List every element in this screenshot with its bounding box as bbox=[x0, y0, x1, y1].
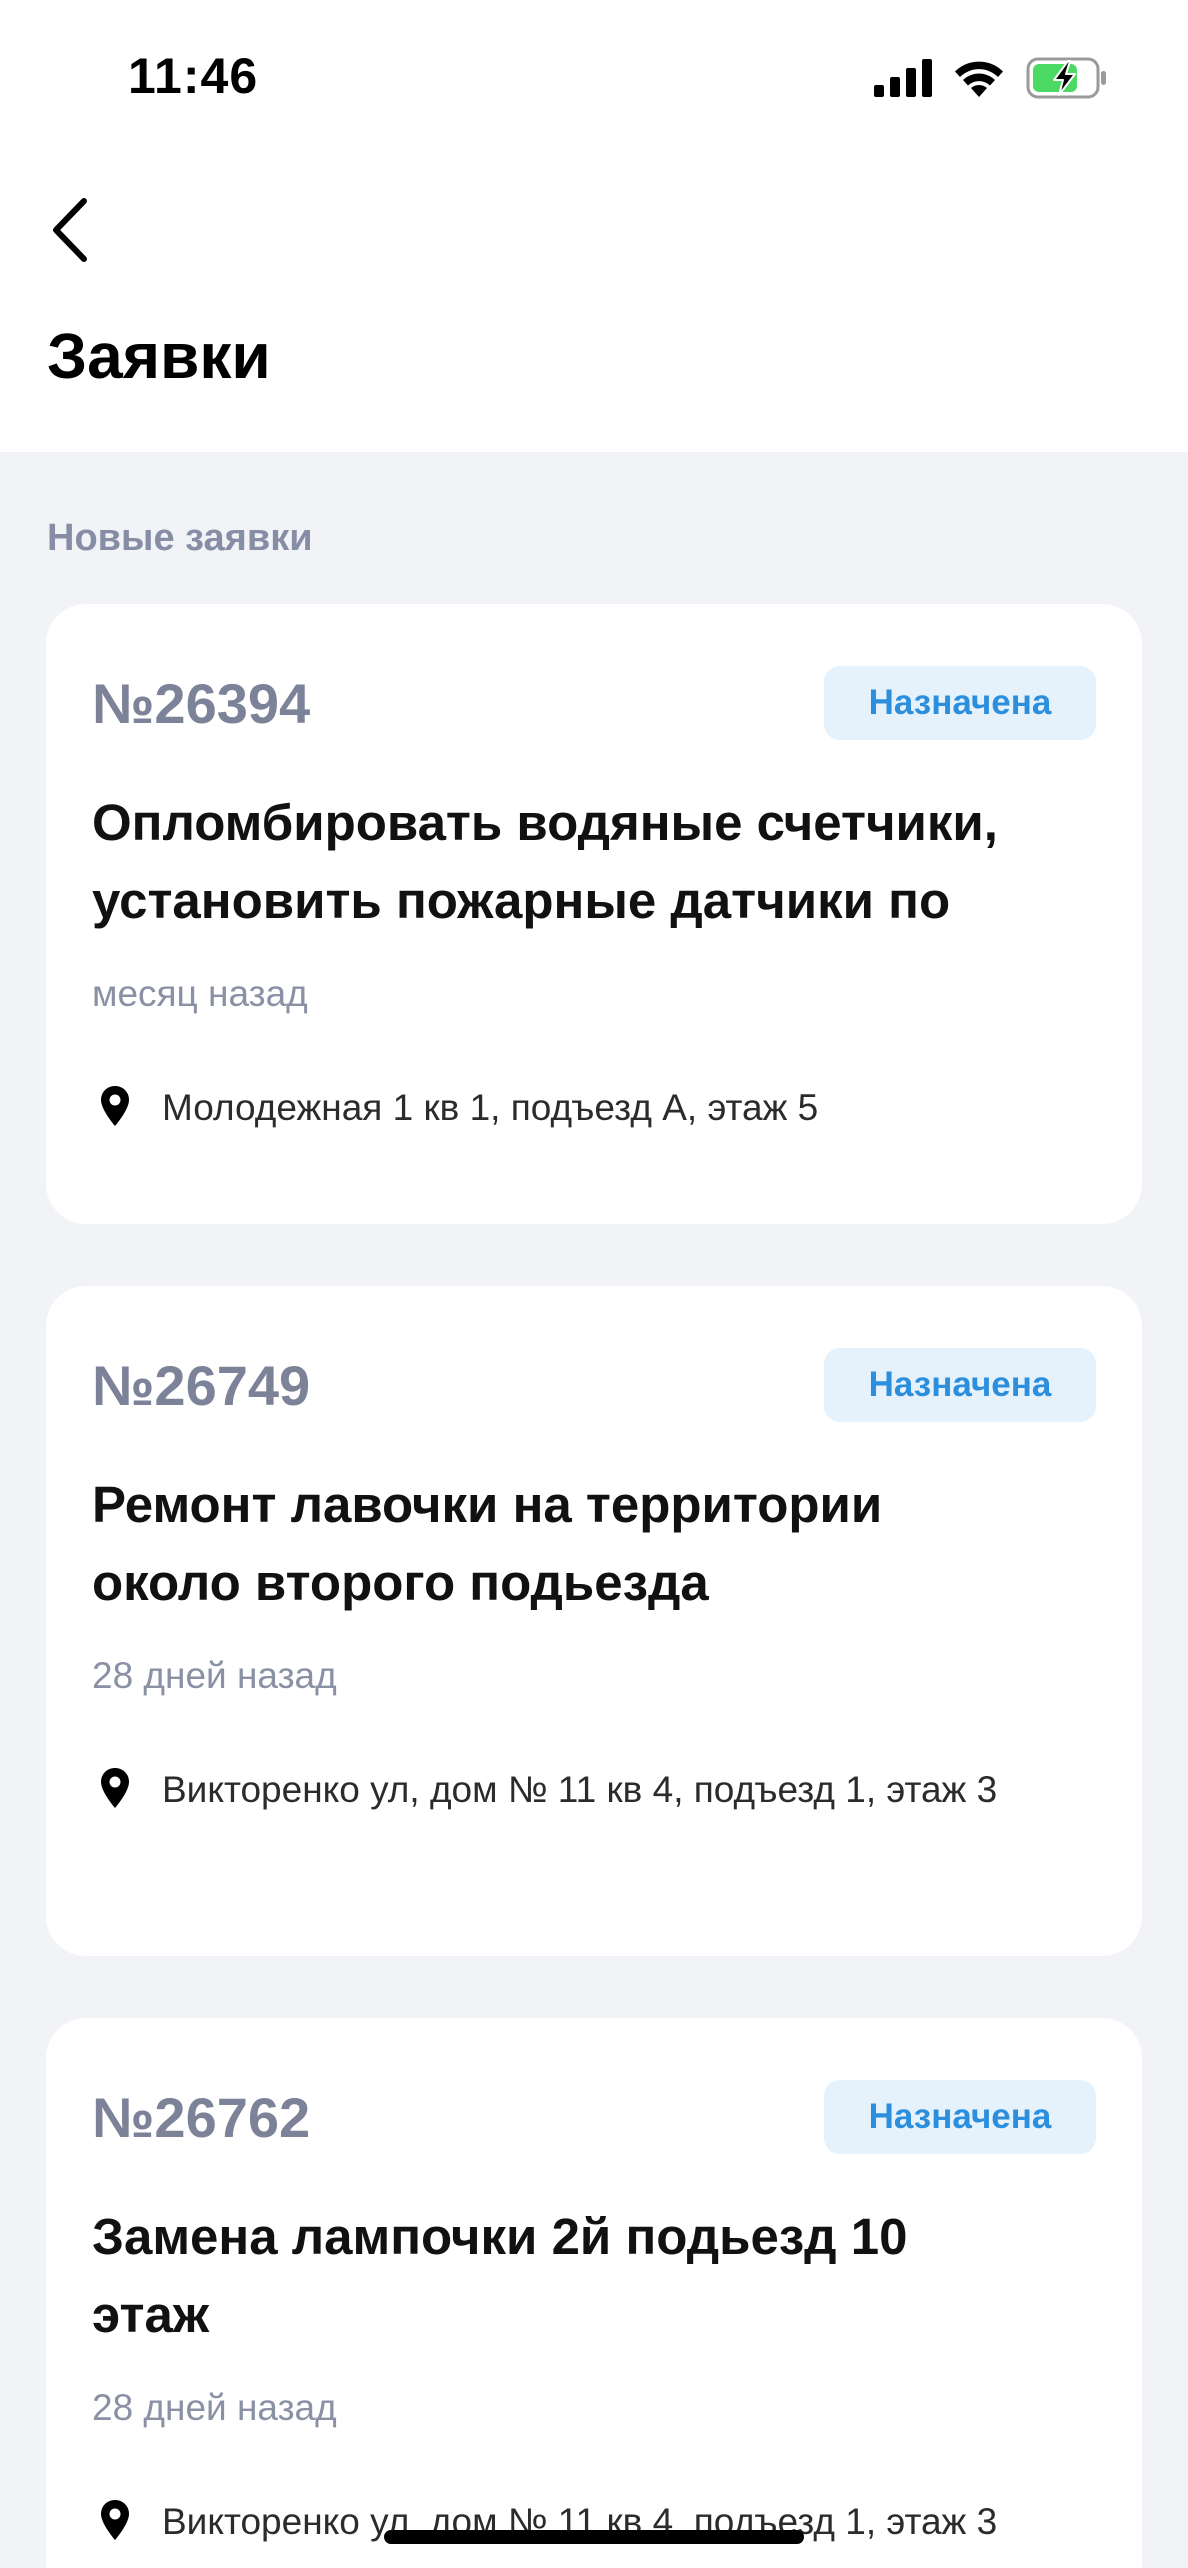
status-badge: Назначена bbox=[824, 2080, 1096, 2154]
wifi-icon bbox=[954, 59, 1004, 97]
request-time: 28 дней назад bbox=[92, 2387, 337, 2428]
request-title-line: Замена лампочки 2й подьезд 10 bbox=[92, 2208, 908, 2265]
request-title-line: установить пожарные датчики по bbox=[92, 872, 951, 929]
request-title: Опломбировать водяные счетчики, установи… bbox=[92, 784, 1102, 940]
request-number: №26762 bbox=[92, 2086, 311, 2149]
request-time: 28 дней назад bbox=[92, 1655, 337, 1696]
request-time: месяц назад bbox=[92, 973, 308, 1014]
request-number: №26394 bbox=[92, 672, 311, 735]
request-title-line: Ремонт лавочки на территории bbox=[92, 1476, 883, 1533]
status-bar: 11:46 bbox=[0, 0, 1188, 150]
header: 11:46 Заявки bbox=[0, 0, 1188, 452]
request-title: Ремонт лавочки на территории около второ… bbox=[92, 1466, 1102, 1622]
page-title: Заявки bbox=[47, 320, 271, 392]
request-card[interactable]: №26394 Назначена Опломбировать водяные с… bbox=[46, 604, 1142, 1224]
request-address: Молодежная 1 кв 1, подъезд А, этаж 5 bbox=[98, 1082, 1108, 1134]
back-button[interactable] bbox=[40, 190, 100, 270]
address-text: Молодежная 1 кв 1, подъезд А, этаж 5 bbox=[162, 1087, 819, 1128]
screen: 11:46 Заявки Новые заявки №26394 Назначе… bbox=[0, 0, 1188, 2568]
signal-icon bbox=[874, 59, 932, 97]
status-icons bbox=[874, 56, 1108, 100]
address-text: Викторенко ул, дом № 11 кв 4, подъезд 1,… bbox=[162, 1769, 998, 1810]
request-title: Замена лампочки 2й подьезд 10 этаж bbox=[92, 2198, 1102, 2354]
request-title-line: около второго подьезда bbox=[92, 1554, 709, 1611]
request-number: №26749 bbox=[92, 1354, 311, 1417]
request-card[interactable]: №26762 Назначена Замена лампочки 2й подь… bbox=[46, 2018, 1142, 2568]
chevron-left-icon bbox=[53, 198, 87, 262]
status-badge: Назначена bbox=[824, 1348, 1096, 1422]
status-time: 11:46 bbox=[128, 48, 259, 104]
section-title: Новые заявки bbox=[47, 517, 313, 559]
request-card[interactable]: №26749 Назначена Ремонт лавочки на терри… bbox=[46, 1286, 1142, 1956]
request-address: Викторенко ул, дом № 11 кв 4, подъезд 1,… bbox=[98, 1764, 1108, 1816]
status-badge: Назначена bbox=[824, 666, 1096, 740]
home-indicator[interactable] bbox=[384, 2530, 804, 2544]
request-title-line: этаж bbox=[92, 2286, 209, 2343]
location-pin-icon bbox=[98, 2496, 132, 2544]
request-title-line: Опломбировать водяные счетчики, bbox=[92, 794, 998, 851]
location-pin-icon bbox=[98, 1082, 132, 1130]
location-pin-icon bbox=[98, 1764, 132, 1812]
battery-charging-icon bbox=[1026, 57, 1108, 99]
